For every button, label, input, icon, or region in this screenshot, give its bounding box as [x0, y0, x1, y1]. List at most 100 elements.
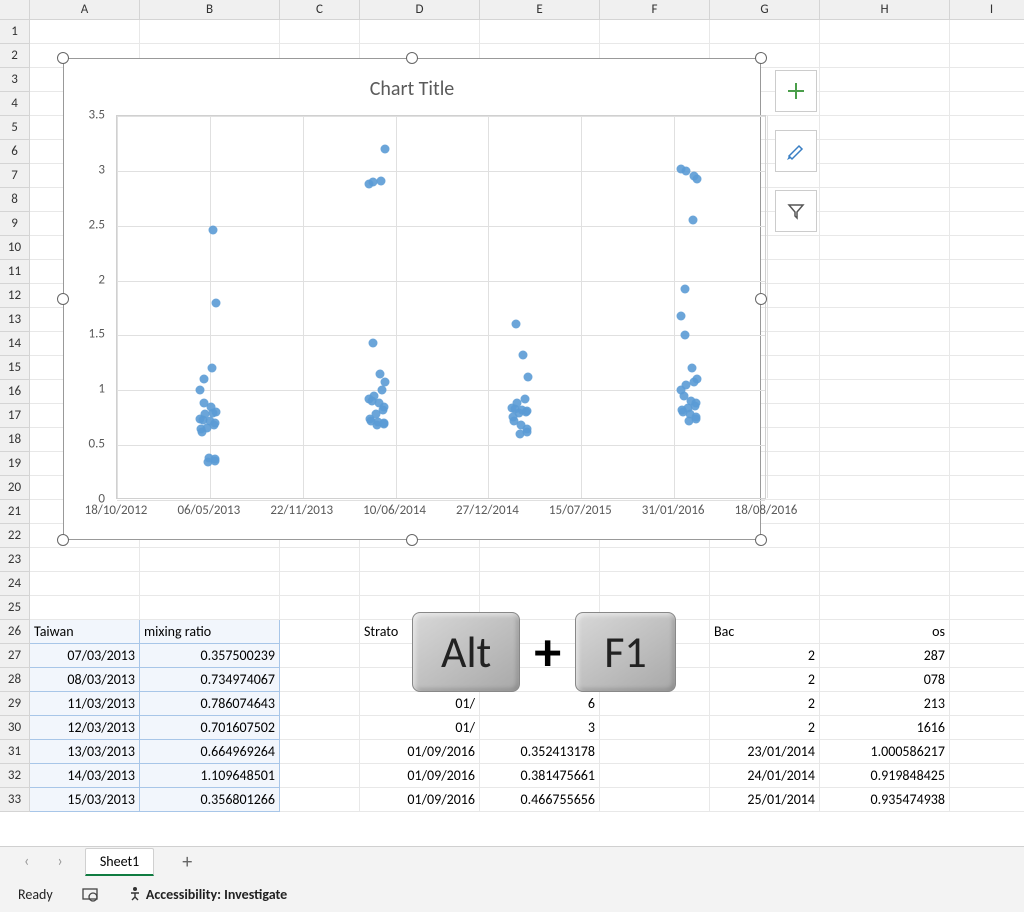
cell-I7[interactable]	[950, 164, 1024, 188]
cell-B32[interactable]: 1.109648501	[140, 764, 280, 788]
select-all-corner[interactable]	[0, 0, 30, 20]
cell-G28[interactable]: 2	[710, 668, 820, 692]
cell-F23[interactable]	[600, 548, 710, 572]
row-header-10[interactable]: 10	[0, 236, 30, 260]
row-header-2[interactable]: 2	[0, 44, 30, 68]
cell-I18[interactable]	[950, 428, 1024, 452]
cell-H11[interactable]	[820, 260, 950, 284]
cell-I4[interactable]	[950, 92, 1024, 116]
cell-H3[interactable]	[820, 68, 950, 92]
row-header-12[interactable]: 12	[0, 284, 30, 308]
cell-B26[interactable]: mixing ratio	[140, 620, 280, 644]
resize-handle-ml[interactable]	[57, 293, 69, 305]
resize-handle-tl[interactable]	[57, 52, 69, 64]
cell-E33[interactable]: 0.466755656	[480, 788, 600, 812]
data-point[interactable]	[687, 397, 696, 406]
cell-B31[interactable]: 0.664969264	[140, 740, 280, 764]
cell-I32[interactable]	[950, 764, 1024, 788]
row-header-19[interactable]: 19	[0, 452, 30, 476]
resize-handle-bl[interactable]	[57, 534, 69, 546]
next-sheet-button[interactable]: ›	[51, 852, 68, 871]
cell-G25[interactable]	[710, 596, 820, 620]
prev-sheet-button[interactable]: ‹	[18, 852, 35, 871]
resize-handle-tr[interactable]	[755, 52, 767, 64]
cell-I16[interactable]	[950, 380, 1024, 404]
cell-H31[interactable]: 1.000586217	[820, 740, 950, 764]
row-header-8[interactable]: 8	[0, 188, 30, 212]
cell-H8[interactable]	[820, 188, 950, 212]
cell-D30[interactable]: 01/	[360, 716, 480, 740]
row-header-23[interactable]: 23	[0, 548, 30, 572]
data-point[interactable]	[689, 172, 698, 181]
col-header-E[interactable]: E	[480, 0, 600, 20]
row-header-6[interactable]: 6	[0, 140, 30, 164]
cell-I23[interactable]	[950, 548, 1024, 572]
cell-C32[interactable]	[280, 764, 360, 788]
cell-G29[interactable]: 2	[710, 692, 820, 716]
col-header-F[interactable]: F	[600, 0, 710, 20]
cell-C1[interactable]	[280, 20, 360, 44]
cell-I21[interactable]	[950, 500, 1024, 524]
data-point[interactable]	[199, 399, 208, 408]
cell-C26[interactable]	[280, 620, 360, 644]
data-point[interactable]	[208, 226, 217, 235]
cell-I13[interactable]	[950, 308, 1024, 332]
cell-B33[interactable]: 0.356801266	[140, 788, 280, 812]
data-point[interactable]	[207, 364, 216, 373]
cell-H33[interactable]: 0.935474938	[820, 788, 950, 812]
col-header-G[interactable]: G	[710, 0, 820, 20]
cell-A23[interactable]	[30, 548, 140, 572]
cell-H1[interactable]	[820, 20, 950, 44]
cell-G1[interactable]	[710, 20, 820, 44]
cell-G32[interactable]: 24/01/2014	[710, 764, 820, 788]
col-header-D[interactable]: D	[360, 0, 480, 20]
cell-H23[interactable]	[820, 548, 950, 572]
col-header-A[interactable]: A	[30, 0, 140, 20]
cell-D1[interactable]	[360, 20, 480, 44]
cell-D24[interactable]	[360, 572, 480, 596]
plot-area[interactable]	[116, 115, 766, 499]
cell-I15[interactable]	[950, 356, 1024, 380]
cell-C25[interactable]	[280, 596, 360, 620]
cell-I3[interactable]	[950, 68, 1024, 92]
cell-H5[interactable]	[820, 116, 950, 140]
cell-I27[interactable]	[950, 644, 1024, 668]
cell-D23[interactable]	[360, 548, 480, 572]
data-point[interactable]	[511, 320, 520, 329]
cell-H6[interactable]	[820, 140, 950, 164]
row-header-15[interactable]: 15	[0, 356, 30, 380]
cell-B27[interactable]: 0.357500239	[140, 644, 280, 668]
resize-handle-bm[interactable]	[406, 534, 418, 546]
cell-F1[interactable]	[600, 20, 710, 44]
cell-I31[interactable]	[950, 740, 1024, 764]
data-point[interactable]	[376, 176, 385, 185]
cell-E32[interactable]: 0.381475661	[480, 764, 600, 788]
cell-I26[interactable]	[950, 620, 1024, 644]
cell-F32[interactable]	[600, 764, 710, 788]
data-point[interactable]	[519, 351, 528, 360]
cell-B1[interactable]	[140, 20, 280, 44]
cell-A31[interactable]: 13/03/2013	[30, 740, 140, 764]
cell-G33[interactable]: 25/01/2014	[710, 788, 820, 812]
cell-I6[interactable]	[950, 140, 1024, 164]
row-header-11[interactable]: 11	[0, 260, 30, 284]
cell-I20[interactable]	[950, 476, 1024, 500]
chart-title[interactable]: Chart Title	[64, 77, 760, 101]
chart-filter-button[interactable]	[775, 190, 817, 232]
cell-G31[interactable]: 23/01/2014	[710, 740, 820, 764]
cell-E30[interactable]: 3	[480, 716, 600, 740]
row-header-18[interactable]: 18	[0, 428, 30, 452]
data-point[interactable]	[380, 377, 389, 386]
cell-A27[interactable]: 07/03/2013	[30, 644, 140, 668]
cell-I5[interactable]	[950, 116, 1024, 140]
cell-A33[interactable]: 15/03/2013	[30, 788, 140, 812]
cell-I29[interactable]	[950, 692, 1024, 716]
data-point[interactable]	[199, 375, 208, 384]
cell-E23[interactable]	[480, 548, 600, 572]
col-header-B[interactable]: B	[140, 0, 280, 20]
data-point[interactable]	[376, 369, 385, 378]
cell-I22[interactable]	[950, 524, 1024, 548]
chart-styles-button[interactable]	[775, 130, 817, 172]
row-header-4[interactable]: 4	[0, 92, 30, 116]
row-header-25[interactable]: 25	[0, 596, 30, 620]
